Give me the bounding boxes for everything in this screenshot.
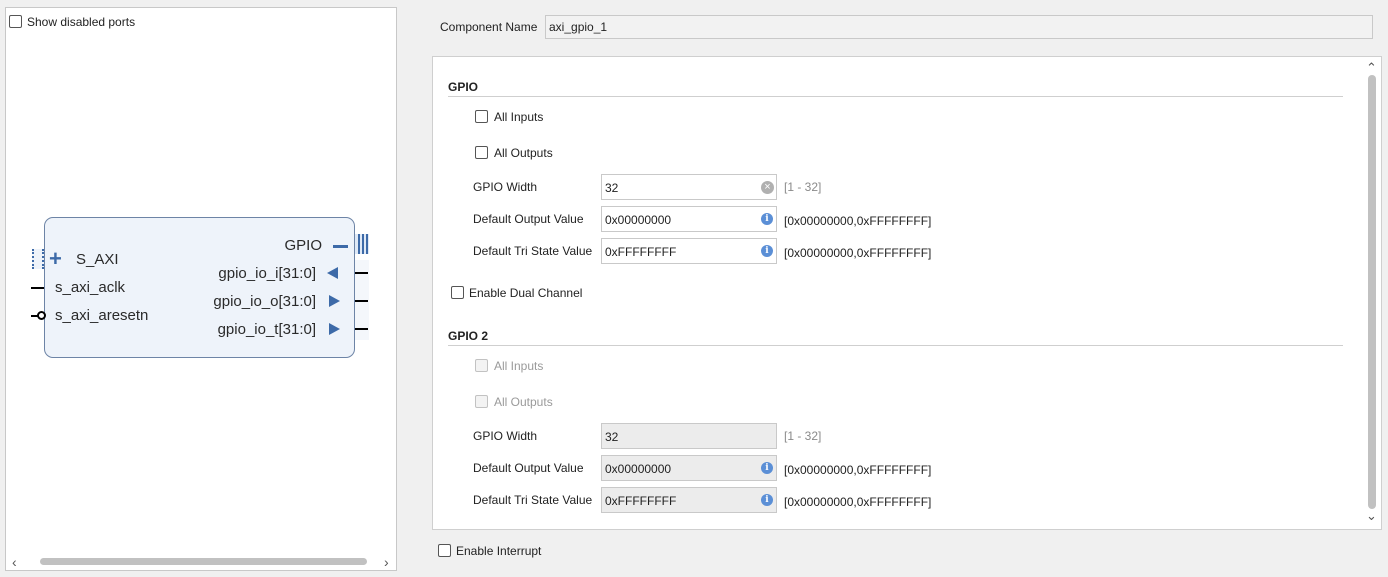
gpio-width-input[interactable]: 32 (601, 174, 777, 200)
horizontal-scroll-thumb[interactable] (40, 558, 367, 565)
gpio2-default-output-range: [0x00000000,0xFFFFFFFF] (784, 463, 932, 477)
vertical-scroll-thumb[interactable] (1368, 75, 1376, 509)
gpio2-default-tri-label: Default Tri State Value (473, 493, 593, 507)
gpio2-all-inputs-label: All Inputs (494, 359, 544, 373)
configuration-panel: GPIO All Inputs All Outputs GPIO Width 3… (432, 56, 1382, 530)
gpio2-all-outputs-label: All Outputs (494, 395, 553, 409)
gpio-default-output-range: [0x00000000,0xFFFFFFFF] (784, 214, 932, 228)
gpio-io-i-wire (355, 272, 368, 274)
gpio-bus-dash-icon (333, 245, 348, 248)
expand-plus-icon[interactable]: + (49, 248, 62, 270)
scroll-right-icon[interactable]: › (384, 555, 389, 569)
aclk-wire (31, 287, 44, 289)
clear-icon[interactable]: × (761, 181, 774, 194)
gpio-width-label: GPIO Width (473, 180, 538, 194)
gpio-bus-marker (355, 234, 369, 254)
gpio2-default-output-label: Default Output Value (473, 461, 584, 475)
block-diagram-panel: Show disabled ports + S_AXI s_axi_aclk s… (5, 7, 397, 571)
gpio2-section-rule (448, 345, 1343, 346)
gpio2-default-tri-input[interactable]: 0xFFFFFFFF (601, 487, 777, 513)
gpio-default-output-label: Default Output Value (473, 212, 584, 226)
info-icon[interactable]: i (761, 245, 773, 257)
port-gpio-io-t: gpio_io_t[31:0] (217, 321, 316, 338)
info-icon[interactable]: i (761, 494, 773, 506)
axi-gpio-ip-block[interactable]: + S_AXI s_axi_aclk s_axi_aresetn GPIO gp… (44, 217, 355, 358)
gpio2-all-outputs-checkbox[interactable] (475, 395, 488, 408)
gpio-io-t-wire (355, 328, 368, 330)
gpio-default-tri-input[interactable]: 0xFFFFFFFF (601, 238, 777, 264)
scroll-down-icon[interactable]: ⌄ (1366, 509, 1377, 523)
active-low-bubble-icon (37, 311, 46, 320)
port-gpio-io-i: gpio_io_i[31:0] (218, 265, 316, 282)
port-s-axi: S_AXI (76, 251, 119, 268)
port-gpio: GPIO (284, 237, 322, 254)
show-disabled-ports-label: Show disabled ports (27, 15, 136, 29)
gpio2-section-title: GPIO 2 (448, 329, 489, 343)
gpio-all-outputs-label: All Outputs (494, 146, 553, 160)
port-gpio-io-o: gpio_io_o[31:0] (213, 293, 316, 310)
port-s-axi-aclk: s_axi_aclk (55, 279, 126, 296)
vertical-scrollbar[interactable]: ⌃ ⌄ (1364, 58, 1380, 528)
gpio-all-outputs-checkbox[interactable] (475, 146, 488, 159)
enable-interrupt-label: Enable Interrupt (456, 544, 542, 558)
gpio2-default-tri-range: [0x00000000,0xFFFFFFFF] (784, 495, 932, 509)
gpio-section-title: GPIO (448, 80, 479, 94)
horizontal-scrollbar[interactable]: ‹ › (6, 554, 396, 570)
gpio2-width-input[interactable]: 32 (601, 423, 777, 449)
input-arrow-icon (327, 267, 338, 279)
enable-dual-channel-checkbox[interactable] (451, 286, 464, 299)
s-axi-bus-marker (32, 249, 44, 269)
output-arrow-icon (329, 295, 340, 307)
gpio-default-tri-range: [0x00000000,0xFFFFFFFF] (784, 246, 932, 260)
gpio-all-inputs-label: All Inputs (494, 110, 544, 124)
gpio-default-output-input[interactable]: 0x00000000 (601, 206, 777, 232)
info-icon[interactable]: i (761, 213, 773, 225)
info-icon[interactable]: i (761, 462, 773, 474)
scroll-left-icon[interactable]: ‹ (12, 555, 17, 569)
enable-interrupt-checkbox[interactable] (438, 544, 451, 557)
port-s-axi-aresetn: s_axi_aresetn (55, 307, 149, 324)
enable-dual-channel-label: Enable Dual Channel (469, 286, 583, 300)
gpio-all-inputs-checkbox[interactable] (475, 110, 488, 123)
scroll-up-icon[interactable]: ⌃ (1366, 61, 1377, 75)
show-disabled-ports-checkbox[interactable] (9, 15, 22, 28)
gpio-io-o-wire (355, 300, 368, 302)
component-name-label: Component Name (440, 20, 538, 34)
gpio2-width-label: GPIO Width (473, 429, 538, 443)
gpio2-width-range: [1 - 32] (784, 429, 822, 443)
gpio2-default-output-input[interactable]: 0x00000000 (601, 455, 777, 481)
gpio-section-rule (448, 96, 1343, 97)
output-arrow-icon (329, 323, 340, 335)
gpio2-all-inputs-checkbox[interactable] (475, 359, 488, 372)
gpio-width-range: [1 - 32] (784, 180, 822, 194)
component-name-input[interactable]: axi_gpio_1 (545, 15, 1373, 39)
gpio-default-tri-label: Default Tri State Value (473, 244, 593, 258)
